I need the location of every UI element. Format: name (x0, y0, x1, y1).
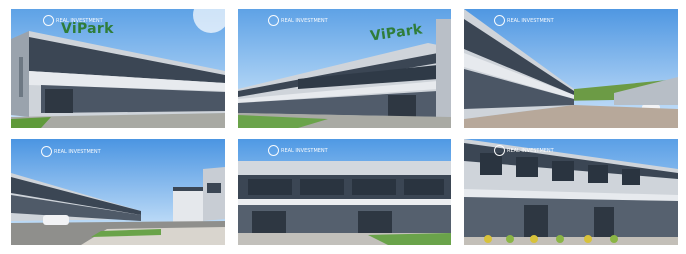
real-investment-logo: REAL INVESTMENT (268, 15, 328, 26)
building-photo-3 (464, 9, 678, 128)
gallery-photo-3[interactable]: REAL INVESTMENT (464, 9, 678, 128)
logo-mark-icon (41, 146, 52, 157)
real-investment-logo: REAL INVESTMENT (494, 15, 554, 26)
building-photo-1 (11, 9, 225, 128)
real-investment-logo: REAL INVESTMENT (41, 146, 101, 157)
real-investment-logo: REAL INVESTMENT (268, 145, 328, 156)
logo-mark-icon (268, 15, 279, 26)
gallery-photo-6[interactable]: REAL INVESTMENT (464, 139, 678, 245)
logo-mark-icon (268, 145, 279, 156)
logo-mark-icon (43, 15, 54, 26)
gallery-photo-4[interactable]: REAL INVESTMENT (11, 139, 225, 245)
logo-mark-icon (494, 15, 505, 26)
logo-mark-icon (494, 145, 505, 156)
real-investment-logo: REAL INVESTMENT (494, 145, 554, 156)
gallery-photo-2[interactable]: ViPark REAL INVESTMENT (238, 9, 451, 128)
gallery-photo-1[interactable]: ViPark REAL INVESTMENT (11, 9, 225, 128)
real-investment-logo: REAL INVESTMENT (43, 15, 103, 26)
gallery-photo-5[interactable]: REAL INVESTMENT (238, 139, 451, 245)
